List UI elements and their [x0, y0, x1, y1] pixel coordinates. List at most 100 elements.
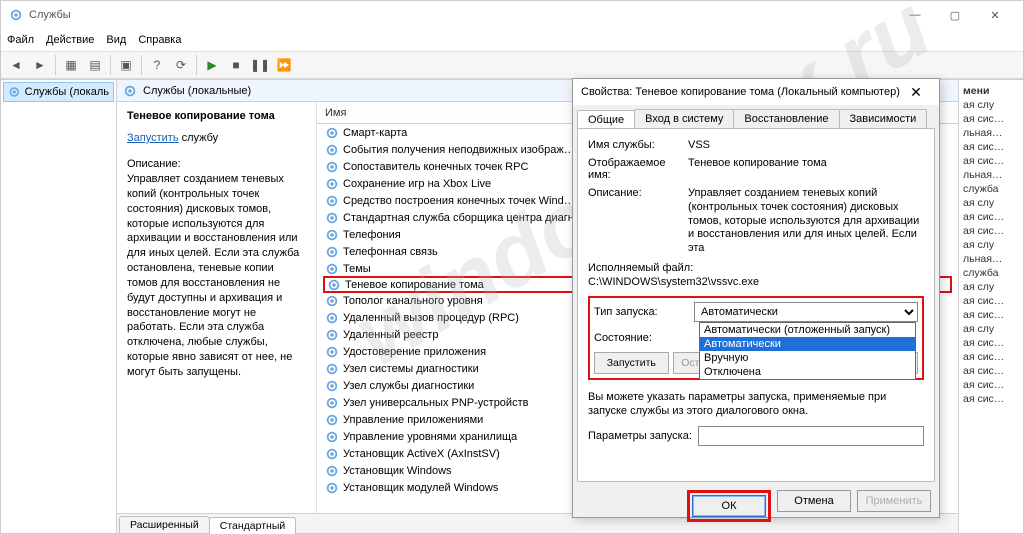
list-view-button[interactable]: ▤	[84, 54, 106, 76]
gear-icon	[325, 262, 339, 276]
service-name: Установщик модулей Windows	[343, 482, 498, 494]
restart-service-button[interactable]: ⏩	[273, 54, 295, 76]
right-col-item: ая слу	[959, 196, 1023, 210]
params-input[interactable]	[698, 426, 924, 446]
refresh-button[interactable]: ⟳	[170, 54, 192, 76]
tab-general[interactable]: Общие	[577, 110, 635, 129]
console-tree[interactable]: Службы (локаль	[1, 80, 117, 533]
help-button[interactable]: ?	[146, 54, 168, 76]
description-text: Управляет созданием теневых копий (контр…	[127, 172, 306, 380]
start-service-link[interactable]: Запустить	[127, 132, 179, 144]
maximize-button[interactable]: ▢	[935, 1, 975, 29]
gear-icon	[325, 211, 339, 225]
service-name: Теневое копирование тома	[345, 279, 484, 291]
close-button[interactable]: ✕	[975, 1, 1015, 29]
service-name: Удаленный вызов процедур (RPC)	[343, 312, 519, 324]
right-col-item: ая слу	[959, 98, 1023, 112]
tree-root-services[interactable]: Службы (локаль	[3, 82, 114, 102]
service-name: Управление уровнями хранилища	[343, 431, 517, 443]
gear-icon	[325, 464, 339, 478]
gear-icon	[325, 328, 339, 342]
gear-icon	[325, 160, 339, 174]
right-col-item: ая сис…	[959, 140, 1023, 154]
service-name: Удостоверение приложения	[343, 346, 486, 358]
service-name: Установщик ActiveX (AxInstSV)	[343, 448, 500, 460]
nav-fwd-button[interactable]: ►	[29, 54, 51, 76]
service-name: Средство построения конечных точек Wind…	[343, 195, 575, 207]
state-label: Состояние:	[594, 332, 694, 344]
service-name: Смарт-карта	[343, 127, 407, 139]
nav-back-button[interactable]: ◄	[5, 54, 27, 76]
start-service-button[interactable]: ▶	[201, 54, 223, 76]
service-name: Управление приложениями	[343, 414, 483, 426]
divider	[55, 55, 56, 75]
ok-button[interactable]: ОК	[692, 495, 766, 517]
service-name: Сохранение игр на Xbox Live	[343, 178, 491, 190]
service-name: Установщик Windows	[343, 465, 452, 477]
right-col-item: льная…	[959, 252, 1023, 266]
apply-button[interactable]: Применить	[857, 490, 931, 512]
right-col-item: ая слу	[959, 322, 1023, 336]
description-label: Описание:	[127, 158, 306, 170]
cancel-button[interactable]: Отмена	[777, 490, 851, 512]
titlebar: Службы — ▢ ✕	[1, 1, 1023, 29]
startup-option[interactable]: Автоматически (отложенный запуск)	[700, 323, 915, 337]
menu-file[interactable]: Файл	[7, 34, 34, 46]
startup-option[interactable]: Автоматически	[700, 337, 915, 351]
detail-title: Теневое копирование тома	[127, 110, 306, 122]
tab-dependencies[interactable]: Зависимости	[839, 109, 928, 128]
service-name: Узел универсальных PNP-устройств	[343, 397, 528, 409]
right-col-item: ая сис…	[959, 210, 1023, 224]
menu-help[interactable]: Справка	[138, 34, 181, 46]
startup-dropdown-panel[interactable]: Автоматически (отложенный запуск)Автомат…	[699, 322, 916, 380]
tab-extended[interactable]: Расширенный	[119, 516, 210, 533]
gear-icon	[325, 126, 339, 140]
start-button[interactable]: Запустить	[594, 352, 669, 374]
right-col-item: ая сис…	[959, 350, 1023, 364]
service-name: Стандартная служба сборщика центра диагн…	[343, 212, 585, 224]
detail-view-button[interactable]: ▦	[60, 54, 82, 76]
startup-option[interactable]: Отключена	[700, 365, 915, 379]
tab-logon[interactable]: Вход в систему	[634, 109, 734, 128]
minimize-button[interactable]: —	[895, 1, 935, 29]
menu-view[interactable]: Вид	[106, 34, 126, 46]
exe-label: Исполняемый файл:	[588, 262, 924, 274]
gear-icon	[325, 447, 339, 461]
gear-icon	[9, 8, 23, 22]
startup-option[interactable]: Вручную	[700, 351, 915, 365]
right-col-item: ая сис…	[959, 392, 1023, 406]
dialog-title: Свойства: Теневое копирование тома (Лока…	[581, 86, 901, 98]
right-col-item: служба	[959, 266, 1023, 280]
description-value: Управляет созданием теневых копий (контр…	[688, 187, 924, 256]
divider	[141, 55, 142, 75]
gear-icon	[325, 294, 339, 308]
divider	[196, 55, 197, 75]
right-col-item: ая сис…	[959, 364, 1023, 378]
gear-icon	[325, 311, 339, 325]
dialog-close-button[interactable]: ✕	[901, 81, 931, 103]
display-name-label: Отображаемое имя:	[588, 157, 688, 181]
gear-icon	[123, 84, 137, 98]
startup-type-select[interactable]: Автоматически	[694, 302, 918, 322]
service-name: Темы	[343, 263, 371, 275]
props-button[interactable]: ▣	[115, 54, 137, 76]
service-name: Узел службы диагностики	[343, 380, 474, 392]
right-col-item: ая сис…	[959, 224, 1023, 238]
menu-action[interactable]: Действие	[46, 34, 94, 46]
stop-service-button[interactable]: ■	[225, 54, 247, 76]
gear-icon	[325, 245, 339, 259]
pause-service-button[interactable]: ❚❚	[249, 54, 271, 76]
right-col-item: льная…	[959, 126, 1023, 140]
service-name: Телефония	[343, 229, 401, 241]
params-label: Параметры запуска:	[588, 430, 692, 442]
right-column: мени ая слуая сис…льная…ая сис…ая сис…ль…	[959, 80, 1023, 533]
tab-standard[interactable]: Стандартный	[209, 517, 297, 534]
right-header: мени	[959, 84, 1023, 98]
service-name: События получения неподвижных изображ…	[343, 144, 575, 156]
service-name: Телефонная связь	[343, 246, 438, 258]
tab-recovery[interactable]: Восстановление	[733, 109, 839, 128]
display-name-value: Теневое копирование тома	[688, 157, 924, 181]
gear-icon	[8, 85, 21, 99]
menubar: Файл Действие Вид Справка	[1, 29, 1023, 51]
service-name: Тополог канального уровня	[343, 295, 483, 307]
